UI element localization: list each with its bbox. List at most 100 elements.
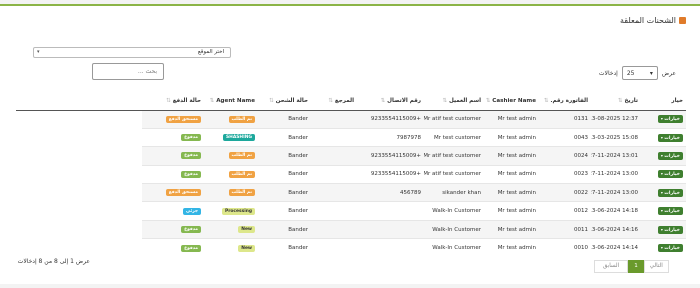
options-button-cell: خيارات — [641, 127, 686, 147]
shipping-status-cell: Bander — [258, 201, 311, 221]
options-button-cell: خيارات — [641, 201, 686, 221]
cashier-cell: Mr test admin — [484, 109, 539, 129]
column-header[interactable]: المرجع⇅ — [311, 92, 357, 111]
date-cell: 13:00 27-11-2024 — [591, 164, 641, 184]
cashier-cell: Mr test admin — [484, 183, 539, 202]
options-button-cell: خيارات — [641, 146, 686, 166]
table-row: خيارات 13:01 27-11-20240024Mr test adminM… — [16, 146, 686, 166]
reference-cell — [311, 219, 357, 239]
payment-status-badge: مدفوع — [181, 226, 201, 234]
column-header-label: حالة الشحن — [275, 97, 308, 104]
column-header-label: خيار — [671, 97, 683, 104]
search-input[interactable]: بحث ... — [92, 63, 164, 80]
column-header[interactable]: Agent Name⇅ — [204, 92, 258, 111]
cashier-cell: Mr test admin — [484, 164, 539, 184]
pagination-next[interactable]: التالي — [643, 260, 669, 273]
sort-icon: ⇅ — [485, 97, 491, 104]
agent-status-badge: تم الطلب — [228, 152, 255, 160]
column-header[interactable]: الفاتورة رقم.⇅ — [539, 92, 591, 111]
agent-status-badge-cell: تم الطلب — [204, 109, 258, 129]
options-button[interactable]: خيارات — [657, 133, 683, 142]
customer-cell: Walk-In Customer — [424, 238, 484, 258]
sort-icon: ⇅ — [209, 97, 215, 104]
chevron-down-icon: ▾ — [649, 69, 653, 77]
shipping-status-cell: Bander — [258, 219, 311, 239]
cashier-cell: Mr test admin — [484, 146, 539, 166]
payment-status-badge-cell: مدفوع — [142, 146, 204, 166]
column-header[interactable]: خيار — [641, 92, 686, 111]
date-cell: 14:18 13-06-2024 — [591, 201, 641, 221]
phone-cell — [357, 219, 424, 239]
options-button-cell: خيارات — [641, 238, 686, 258]
reference-cell — [311, 201, 357, 221]
page-size-value: 25 — [626, 69, 635, 77]
reference-cell — [311, 238, 357, 258]
date-cell: 13:01 27-11-2024 — [591, 146, 641, 166]
column-header-label: تاريخ — [624, 97, 638, 104]
payment-status-badge-cell: مدفوع — [142, 238, 204, 258]
list-icon — [679, 17, 686, 24]
options-button[interactable]: خيارات — [657, 188, 683, 197]
date-cell: 14:14 13-06-2024 — [591, 238, 641, 258]
pagination-page-1[interactable]: 1 — [628, 260, 644, 273]
page-size-control: عرض 25 ▾ إدخالات — [599, 66, 676, 80]
table-body: خيارات12:37 13-08-20250131Mr test adminM… — [16, 109, 686, 258]
phone-cell: 7987978 — [357, 127, 424, 147]
options-button[interactable]: خيارات — [657, 151, 683, 160]
table-row: خيارات 15:08 13-03-20250043Mr test adminM… — [16, 127, 686, 147]
table-row: خيارات 14:14 13-06-20240010Mr test adminW… — [16, 238, 686, 258]
blank-cell — [16, 238, 142, 258]
column-header[interactable]: حالة الشحن⇅ — [258, 92, 311, 111]
agent-status-badge-cell: New — [204, 238, 258, 258]
pagination-prev[interactable]: السابق — [594, 260, 629, 273]
reference-cell — [311, 146, 357, 166]
shipping-status-cell: Bander — [258, 127, 311, 147]
phone-cell: +9233554115009 — [357, 146, 424, 166]
column-header[interactable]: رقم الاتصال⇅ — [357, 92, 424, 111]
options-button-cell: خيارات — [641, 183, 686, 202]
shipping-status-cell: Bander — [258, 164, 311, 184]
column-header-label: المرجع — [334, 97, 354, 104]
location-select[interactable]: ▾ اختر الموقع — [33, 47, 231, 58]
page-size-select[interactable]: 25 ▾ — [621, 66, 658, 80]
sort-icon: ⇅ — [166, 97, 171, 104]
payment-status-badge: مدفوع — [181, 244, 201, 252]
column-header[interactable]: Cashier Name⇅ — [484, 92, 539, 111]
phone-cell: +9233554115009 — [357, 164, 424, 184]
sort-icon: ⇅ — [617, 97, 623, 104]
agent-status-badge: SHASHING — [223, 134, 255, 142]
page-size-label-before: عرض — [661, 69, 676, 77]
reference-cell — [311, 183, 357, 202]
location-select-placeholder: اختر الموقع — [197, 49, 224, 55]
table-row: خيارات 13:00 27-11-20240023Mr test adminM… — [16, 164, 686, 184]
payment-status-badge-cell: مستحق الدفع — [142, 109, 204, 129]
options-button[interactable]: خيارات — [657, 115, 683, 124]
column-header[interactable]: تاريخ⇅ — [591, 92, 641, 111]
table-header-row: خيار تاريخ⇅ الفاتورة رقم.⇅ Cashier Name⇅ اسم… — [16, 92, 686, 111]
invoice-cell: 0043 — [539, 127, 591, 147]
options-button[interactable]: خيارات — [657, 207, 683, 216]
column-header-label: Cashier Name — [492, 97, 536, 104]
blank-cell — [16, 110, 142, 129]
agent-status-badge: تم الطلب — [228, 170, 255, 178]
payment-status-badge: مدفوع — [181, 152, 201, 160]
table-row: خيارات 12:37 13-08-20250131Mr test adminM… — [16, 109, 686, 129]
column-header[interactable]: اسم العميل⇅ — [424, 92, 484, 111]
shipping-status-cell: Bander — [258, 146, 311, 166]
phone-cell: +9233554115009 — [357, 109, 424, 129]
payment-status-badge: مستحق الدفع — [165, 189, 201, 197]
customer-cell: sikander khan — [424, 183, 484, 202]
pagination: السابق 1 التالي — [594, 260, 669, 273]
column-header-label: الفاتورة رقم. — [550, 97, 588, 104]
payment-status-badge-cell: مستحق الدفع — [142, 183, 204, 202]
options-button-cell: خيارات — [641, 109, 686, 129]
date-cell: 12:37 13-08-2025 — [591, 109, 641, 129]
column-header[interactable]: حالة الدفع⇅ — [142, 92, 204, 111]
blank-column-header — [16, 92, 142, 111]
options-button[interactable]: خيارات — [657, 244, 683, 253]
agent-status-badge: New — [238, 244, 255, 252]
invoice-cell: 0131 — [539, 109, 591, 129]
options-button[interactable]: خيارات — [657, 225, 683, 234]
options-button[interactable]: خيارات — [657, 170, 683, 179]
agent-status-badge-cell: تم الطلب — [204, 146, 258, 166]
